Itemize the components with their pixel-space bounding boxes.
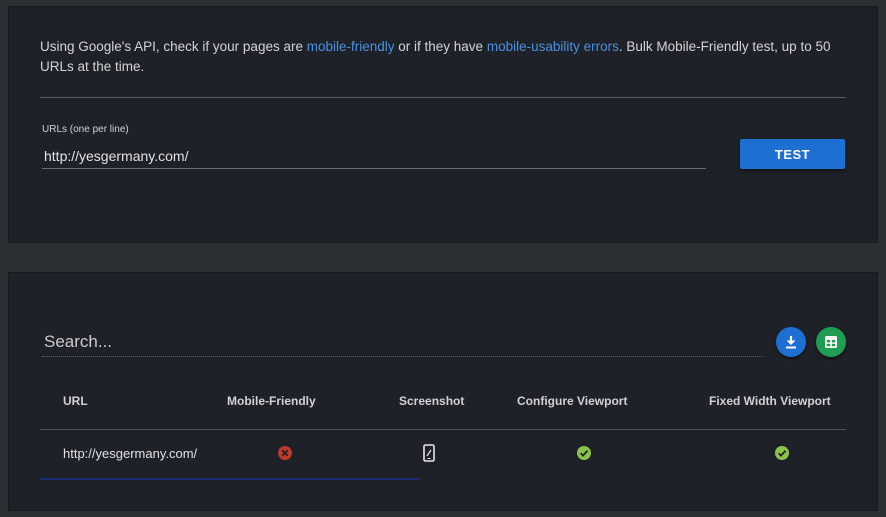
- column-header-screenshot[interactable]: Screenshot: [399, 394, 464, 408]
- google-sheets-icon: [825, 336, 837, 348]
- pass-icon: [775, 446, 789, 460]
- row-focus-underline: [40, 478, 420, 480]
- download-icon: [786, 336, 796, 349]
- form-divider: [40, 97, 846, 98]
- phone-icon[interactable]: [422, 444, 436, 462]
- row-url: http://yesgermany.com/: [63, 446, 198, 461]
- column-header-mobile-friendly[interactable]: Mobile-Friendly: [227, 394, 316, 408]
- mobile-friendly-link[interactable]: mobile-friendly: [307, 39, 395, 54]
- intro-middle: or if they have: [394, 39, 487, 54]
- pass-icon: [577, 446, 591, 460]
- google-sheets-button[interactable]: [816, 327, 846, 357]
- column-header-configure-viewport[interactable]: Configure Viewport: [517, 394, 627, 408]
- results-panel: URL Mobile-Friendly Screenshot Configure…: [8, 272, 878, 511]
- table-header-divider: [40, 429, 846, 430]
- mobile-usability-errors-link[interactable]: mobile-usability errors: [487, 39, 619, 54]
- test-form-panel: Using Google's API, check if your pages …: [8, 6, 878, 243]
- urls-label: URLs (one per line): [42, 124, 129, 135]
- download-button[interactable]: [776, 327, 806, 357]
- search-input[interactable]: [42, 327, 764, 357]
- urls-input[interactable]: [42, 143, 706, 169]
- fail-icon: [278, 446, 292, 460]
- intro-prefix: Using Google's API, check if your pages …: [40, 39, 307, 54]
- column-header-fixed-width-viewport[interactable]: Fixed Width Viewport: [709, 394, 831, 408]
- intro-text: Using Google's API, check if your pages …: [40, 37, 840, 77]
- test-button[interactable]: TEST: [740, 139, 845, 169]
- column-header-url[interactable]: URL: [63, 394, 88, 408]
